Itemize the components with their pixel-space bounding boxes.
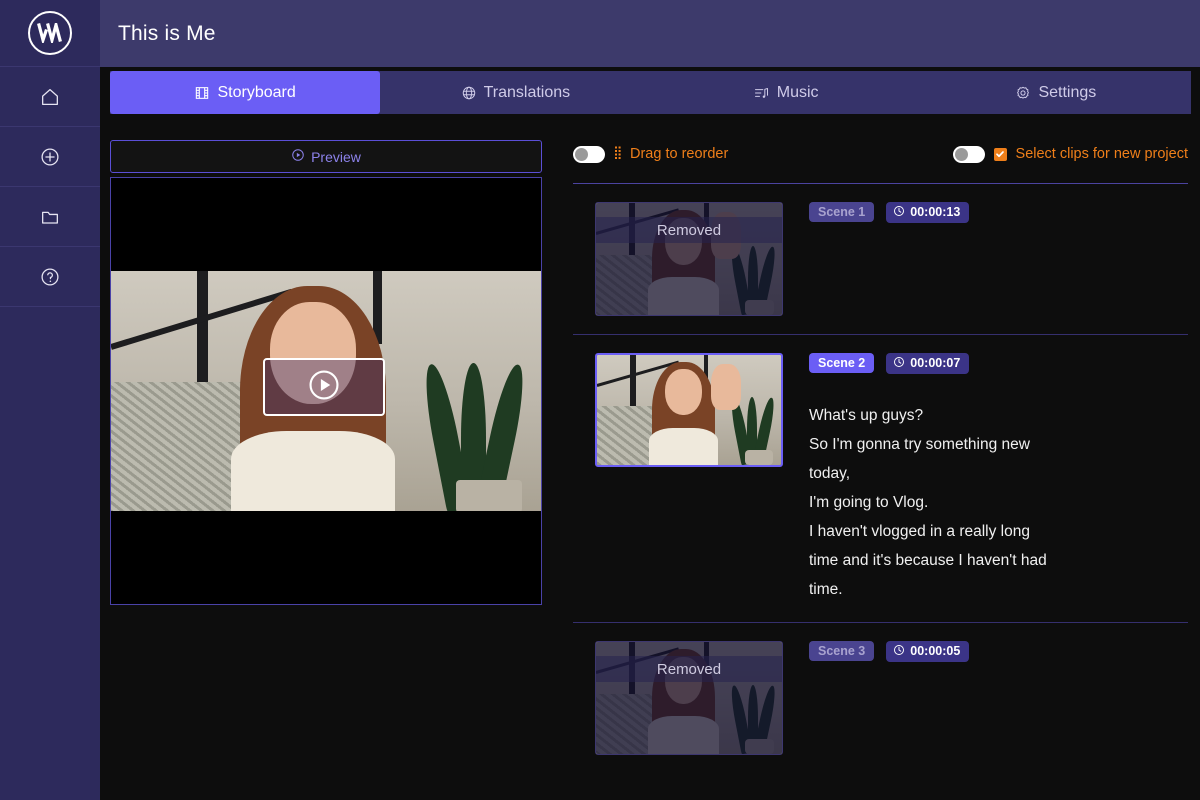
sidebar (0, 0, 100, 800)
scene-meta: Scene 3 00:00:05 (783, 641, 1188, 755)
transcript-line: time and it's because I haven't had (809, 546, 1084, 575)
removed-overlay: Removed (596, 656, 782, 682)
tab-translations[interactable]: Translations (380, 71, 650, 114)
scene-duration-badge: 00:00:05 (886, 641, 969, 662)
content-area: Preview (100, 117, 1200, 800)
scene-meta: Scene 2 00:00:07 (783, 353, 1188, 604)
gear-icon (1015, 85, 1031, 101)
checkbox-checked-icon[interactable] (994, 148, 1007, 161)
scene-label-badge: Scene 1 (809, 202, 874, 222)
drag-to-reorder-label: Drag to reorder (630, 146, 728, 162)
scene-thumbnail[interactable]: Removed (595, 202, 783, 316)
page-title: This is Me (118, 22, 216, 46)
preview-pane: Preview (100, 117, 565, 800)
toggle-knob (955, 148, 968, 161)
transcript-line: today, (809, 459, 1084, 488)
question-circle-icon (39, 266, 61, 288)
select-clips-toggle[interactable] (953, 146, 985, 163)
letterbox-bottom (111, 511, 541, 604)
select-clips-control: Select clips for new project (953, 146, 1188, 163)
storyboard-pane: Drag to reorder Select clips for new pro… (565, 117, 1200, 800)
scene-meta: Scene 1 00:00:13 (783, 202, 1188, 316)
scene-duration-text: 00:00:07 (910, 356, 960, 370)
music-list-icon (753, 85, 770, 101)
sidebar-item-help[interactable] (0, 247, 100, 307)
scene-duration-text: 00:00:05 (910, 644, 960, 658)
play-icon (307, 368, 341, 407)
scene-thumbnail[interactable]: Removed (595, 641, 783, 755)
globe-icon (461, 85, 477, 101)
drag-to-reorder-control: Drag to reorder (573, 146, 728, 163)
drag-to-reorder-toggle[interactable] (573, 146, 605, 163)
tab-bar: Storyboard Translations (100, 67, 1200, 117)
sidebar-item-home[interactable] (0, 67, 100, 127)
toggle-knob (575, 148, 588, 161)
clock-icon (893, 356, 905, 371)
storyboard-controls: Drag to reorder Select clips for new pro… (573, 139, 1188, 169)
tab-storyboard-label: Storyboard (217, 84, 295, 102)
folder-icon (39, 206, 61, 228)
scene-badges: Scene 1 00:00:13 (809, 202, 1188, 222)
play-circle-icon (291, 148, 305, 165)
tab-music[interactable]: Music (651, 71, 921, 114)
scene-label-badge: Scene 2 (809, 353, 874, 373)
removed-label: Removed (657, 661, 721, 678)
tab-settings-label: Settings (1038, 84, 1096, 102)
transcript-line: I haven't vlogged in a really long (809, 517, 1084, 546)
tab-settings[interactable]: Settings (921, 71, 1191, 114)
scene-thumbnail-wrap: Removed (573, 641, 783, 755)
scene-thumbnail-wrap (573, 353, 783, 604)
scene-duration-text: 00:00:13 (910, 205, 960, 219)
removed-overlay: Removed (596, 217, 782, 243)
clock-icon (893, 644, 905, 659)
logo-w-glyph (37, 23, 63, 43)
main-column: This is Me Storyboard (100, 0, 1200, 800)
scene-label-badge: Scene 3 (809, 641, 874, 661)
play-button[interactable] (263, 358, 385, 416)
drag-handle-icon (614, 146, 621, 162)
letterbox-top (111, 178, 541, 271)
removed-label: Removed (657, 222, 721, 239)
wochit-logo-icon (28, 11, 72, 55)
clock-icon (893, 205, 905, 220)
scene-thumbnail-wrap: Removed (573, 202, 783, 316)
transcript-line: time. (809, 575, 1084, 604)
scene-transcript: What's up guys? So I'm gonna try somethi… (809, 401, 1084, 604)
scene-badges: Scene 3 00:00:05 (809, 641, 1188, 661)
topbar: This is Me (100, 0, 1200, 67)
transcript-line: What's up guys? (809, 401, 1084, 430)
tab-music-label: Music (777, 84, 819, 102)
tab-translations-label: Translations (484, 84, 571, 102)
app-window: This is Me Storyboard (0, 0, 1200, 800)
scene-row[interactable]: Removed Scene 1 (573, 184, 1188, 320)
preview-button[interactable]: Preview (110, 140, 542, 173)
plus-circle-icon (39, 146, 61, 168)
select-clips-label: Select clips for new project (1016, 146, 1188, 162)
sidebar-item-projects[interactable] (0, 187, 100, 247)
transcript-line: So I'm gonna try something new (809, 430, 1084, 459)
scene-row[interactable]: Removed Scene 3 (573, 623, 1188, 759)
home-icon (39, 86, 61, 108)
transcript-line: I'm going to Vlog. (809, 488, 1084, 517)
video-player[interactable] (110, 177, 542, 605)
tab-storyboard[interactable]: Storyboard (110, 71, 380, 114)
scene-thumbnail[interactable] (595, 353, 783, 467)
film-icon (194, 85, 210, 101)
app-logo[interactable] (0, 0, 100, 67)
scene-badges: Scene 2 00:00:07 (809, 353, 1188, 373)
scene-row[interactable]: Scene 2 00:00:07 (573, 335, 1188, 608)
sidebar-item-new-project[interactable] (0, 127, 100, 187)
scene-duration-badge: 00:00:13 (886, 202, 969, 223)
scene-duration-badge: 00:00:07 (886, 353, 969, 374)
preview-button-label: Preview (311, 149, 361, 165)
